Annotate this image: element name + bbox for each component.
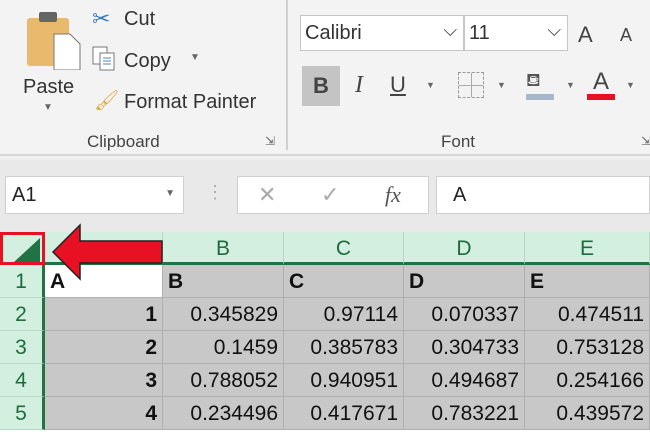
paste-button[interactable]: Paste ▼ bbox=[18, 8, 81, 118]
row-header[interactable]: 4 bbox=[0, 364, 45, 397]
cell[interactable]: D bbox=[404, 265, 525, 298]
paste-label: Paste bbox=[23, 76, 75, 98]
red-arrow-annotation-icon bbox=[51, 223, 163, 281]
copy-button[interactable]: Copy ▼ bbox=[92, 46, 212, 74]
group-divider bbox=[286, 0, 288, 150]
copy-dropdown-icon[interactable]: ▼ bbox=[190, 52, 200, 63]
cell[interactable]: 0.97114 bbox=[284, 298, 404, 331]
font-name-value: Calibri bbox=[305, 22, 362, 44]
cell[interactable]: 0.494687 bbox=[404, 364, 525, 397]
column-header-e[interactable]: E bbox=[525, 232, 650, 265]
paint-bucket-icon: ⛾ bbox=[526, 70, 541, 90]
grow-font-button[interactable]: A bbox=[578, 22, 593, 48]
shrink-font-button[interactable]: A bbox=[620, 25, 632, 46]
spreadsheet-grid: A B C D E 1ABCDE210.3458290.971140.07033… bbox=[0, 223, 650, 438]
insert-function-icon[interactable]: fx bbox=[385, 182, 401, 208]
cell[interactable]: 0.254166 bbox=[525, 364, 650, 397]
paste-dropdown-icon[interactable]: ▼ bbox=[43, 102, 53, 113]
bold-button[interactable]: B bbox=[302, 66, 340, 106]
cell[interactable]: 0.783221 bbox=[404, 397, 525, 430]
cell[interactable]: 0.753128 bbox=[525, 331, 650, 364]
scissors-icon: ✂ bbox=[92, 6, 111, 31]
select-all-button[interactable] bbox=[0, 232, 45, 265]
row-header[interactable]: 2 bbox=[0, 298, 45, 331]
column-header-d[interactable]: D bbox=[404, 232, 525, 265]
cell[interactable]: 0.304733 bbox=[404, 331, 525, 364]
name-box[interactable]: A1 ▼ bbox=[5, 176, 184, 214]
font-color-dropdown-icon[interactable]: ▼ bbox=[626, 80, 635, 90]
column-header-b[interactable]: B bbox=[163, 232, 284, 265]
cut-label: Cut bbox=[124, 8, 156, 30]
cell[interactable]: B bbox=[163, 265, 284, 298]
enter-icon[interactable]: ✓ bbox=[321, 182, 339, 208]
font-size-select[interactable]: 11 ⌵ bbox=[464, 15, 568, 51]
cell[interactable]: 2 bbox=[45, 331, 163, 364]
cell[interactable]: 0.385783 bbox=[284, 331, 404, 364]
cell[interactable]: 0.417671 bbox=[284, 397, 404, 430]
format-painter-label: Format Painter bbox=[124, 91, 257, 113]
underline-button[interactable]: U bbox=[390, 72, 406, 98]
fill-color-dropdown-icon[interactable]: ▼ bbox=[566, 80, 575, 90]
formula-value: A bbox=[453, 184, 467, 206]
drag-handle-icon[interactable]: ⋮ bbox=[206, 182, 224, 203]
cell[interactable]: 0.788052 bbox=[163, 364, 284, 397]
formula-buttons: ✕ ✓ fx bbox=[237, 176, 429, 214]
row-header[interactable]: 3 bbox=[0, 331, 45, 364]
cell[interactable]: 0.234496 bbox=[163, 397, 284, 430]
clipboard-group-label: Clipboard bbox=[87, 132, 160, 151]
cell[interactable]: 0.439572 bbox=[525, 397, 650, 430]
font-dialog-launcher-icon[interactable]: ⇲ bbox=[641, 134, 650, 148]
ribbon: Paste ▼ ✂ Cut Copy ▼ 🖌 Format Painter Cl… bbox=[0, 0, 650, 156]
font-color-letter: A bbox=[592, 68, 609, 95]
cell[interactable]: 1 bbox=[45, 298, 163, 331]
select-all-triangle-icon bbox=[14, 238, 40, 262]
copy-label: Copy bbox=[124, 50, 171, 72]
column-header-c[interactable]: C bbox=[284, 232, 404, 265]
paintbrush-icon: 🖌 bbox=[94, 90, 120, 112]
copy-icon bbox=[92, 46, 115, 71]
cell[interactable]: 0.345829 bbox=[163, 298, 284, 331]
clipboard-paste-icon bbox=[27, 12, 81, 70]
row-header[interactable]: 5 bbox=[0, 397, 45, 430]
row-header[interactable]: 1 bbox=[0, 265, 45, 298]
fill-color-button[interactable]: ⛾ bbox=[526, 70, 556, 100]
cell[interactable]: 0.474511 bbox=[525, 298, 650, 331]
cell[interactable]: E bbox=[525, 265, 650, 298]
font-name-select[interactable]: Calibri ⌵ bbox=[300, 15, 464, 51]
cell[interactable]: C bbox=[284, 265, 404, 298]
clipboard-dialog-launcher-icon[interactable]: ⇲ bbox=[265, 134, 275, 148]
cell[interactable]: 3 bbox=[45, 364, 163, 397]
name-box-value: A1 bbox=[12, 184, 37, 206]
cell[interactable]: 0.940951 bbox=[284, 364, 404, 397]
chevron-down-icon: ⌵ bbox=[547, 20, 561, 40]
cell[interactable]: 4 bbox=[45, 397, 163, 430]
font-size-value: 11 bbox=[469, 22, 490, 44]
borders-icon[interactable] bbox=[458, 72, 484, 98]
font-color-button[interactable]: A bbox=[587, 68, 615, 102]
italic-button[interactable]: I bbox=[355, 72, 363, 99]
chevron-down-icon: ▼ bbox=[165, 188, 175, 199]
font-group-label: Font bbox=[441, 132, 476, 151]
cell[interactable]: 0.070337 bbox=[404, 298, 525, 331]
formula-input[interactable]: A bbox=[436, 176, 650, 214]
borders-dropdown-icon[interactable]: ▼ bbox=[497, 80, 506, 90]
underline-dropdown-icon[interactable]: ▼ bbox=[426, 80, 435, 90]
cancel-icon[interactable]: ✕ bbox=[258, 182, 276, 208]
chevron-down-icon: ⌵ bbox=[443, 20, 457, 40]
cell[interactable]: 0.1459 bbox=[163, 331, 284, 364]
